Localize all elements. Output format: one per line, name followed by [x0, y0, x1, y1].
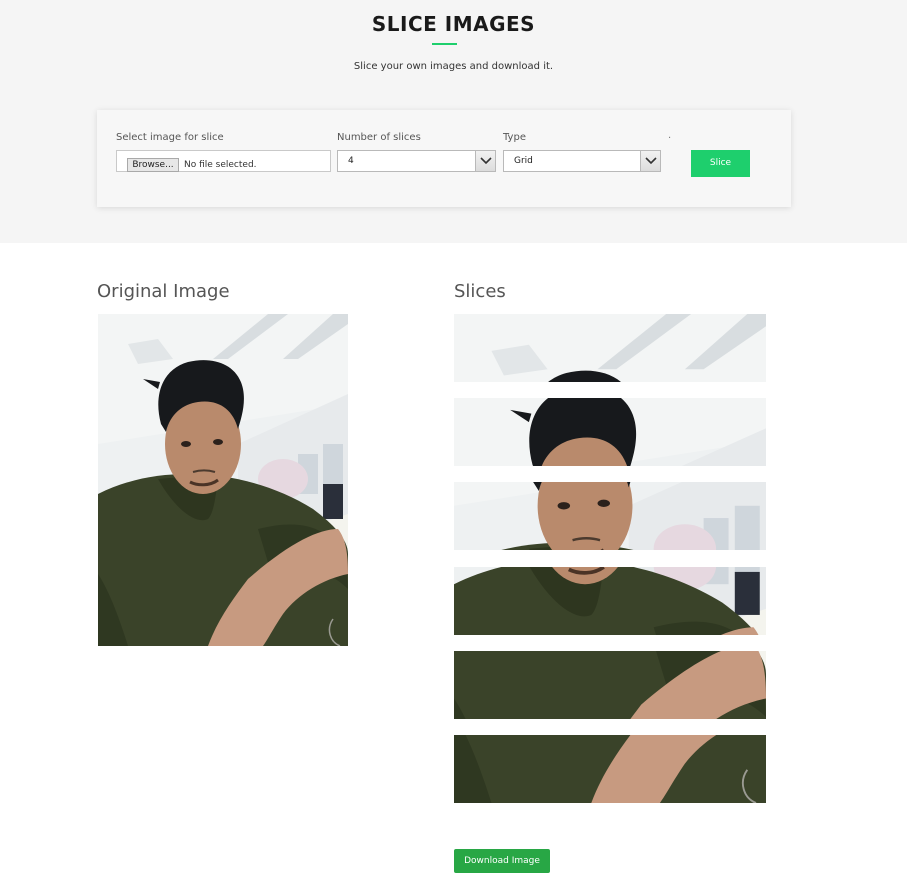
file-status-text: No file selected. [184, 160, 257, 170]
type-select[interactable]: Grid [503, 150, 661, 172]
slice-form-card: Select image for slice Browse... No file… [97, 110, 791, 207]
slices-select-value: 4 [348, 156, 354, 166]
file-label: Select image for slice [116, 132, 224, 143]
slices-label: Number of slices [337, 132, 421, 143]
original-image-title: Original Image [97, 281, 230, 302]
slices-title: Slices [454, 281, 506, 302]
page-subtitle: Slice your own images and download it. [353, 61, 554, 72]
slices-select[interactable]: 4 [337, 150, 496, 172]
type-select-value: Grid [514, 156, 533, 166]
hero-section: SLICE IMAGES Slice your own images and d… [0, 0, 907, 243]
slice-button[interactable]: Slice [691, 150, 750, 177]
slice-image [454, 314, 766, 382]
type-label: Type [503, 132, 526, 143]
slice-image [454, 567, 766, 635]
slice-image [454, 735, 766, 803]
chevron-down-icon[interactable] [640, 151, 660, 171]
original-image [98, 314, 348, 646]
page-title: SLICE IMAGES [371, 12, 536, 36]
slice-image [454, 398, 766, 466]
slice-image [454, 651, 766, 719]
browse-button[interactable]: Browse... [127, 158, 179, 172]
file-input[interactable]: Browse... No file selected. [116, 150, 331, 172]
chevron-down-icon[interactable] [475, 151, 495, 171]
slice-image [454, 482, 766, 550]
download-image-button[interactable]: Download Image [454, 849, 550, 873]
dot-label: . [668, 130, 672, 141]
title-underline [432, 43, 457, 45]
